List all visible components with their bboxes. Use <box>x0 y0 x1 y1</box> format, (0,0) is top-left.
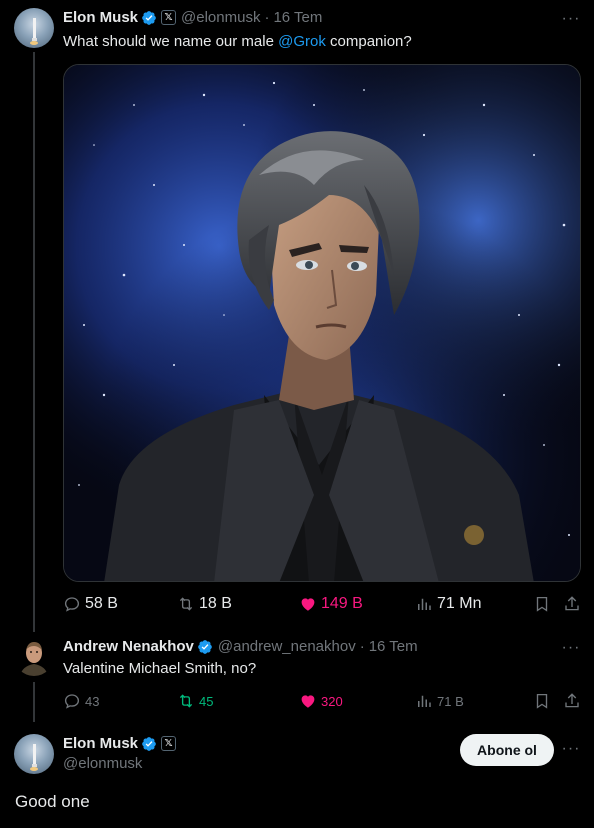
separator-dot: · <box>264 9 270 26</box>
author-name[interactable]: Andrew Nenakhov <box>63 638 194 655</box>
repost-count: 45 <box>199 693 214 709</box>
like-button[interactable]: 320 <box>299 692 343 710</box>
verified-badge-icon <box>198 639 212 654</box>
reply-button[interactable]: 43 <box>63 692 99 710</box>
mention-link[interactable]: @Grok <box>278 33 326 50</box>
share-button[interactable] <box>563 595 585 613</box>
avatar[interactable] <box>14 734 54 774</box>
views-count: 71 Mn <box>437 595 482 612</box>
thread-line <box>33 52 35 632</box>
x-affiliate-badge-icon: 𝕏 <box>161 10 177 25</box>
share-button[interactable] <box>563 692 585 710</box>
like-count: 320 <box>321 693 343 709</box>
focused-tweet-text: Good one <box>15 792 90 811</box>
reply-button[interactable]: 58 B <box>63 595 118 613</box>
bookmark-button[interactable] <box>533 595 555 613</box>
bookmark-button[interactable] <box>533 692 555 710</box>
like-count: 149 B <box>321 595 363 612</box>
more-icon[interactable]: ··· <box>561 741 581 762</box>
tweet-text: Valentine Michael Smith, no? <box>63 660 257 677</box>
timestamp[interactable]: 16 Tem <box>273 9 322 26</box>
views-count: 71 B <box>437 693 464 709</box>
reply-icon <box>64 694 80 709</box>
verified-badge-icon <box>142 736 156 751</box>
reply-icon <box>64 597 80 612</box>
avatar[interactable] <box>14 636 54 676</box>
more-icon[interactable]: ··· <box>561 11 581 32</box>
author-handle[interactable]: @elonmusk <box>181 9 260 26</box>
verified-badge-icon <box>142 10 156 25</box>
bookmark-icon <box>536 596 548 612</box>
repost-icon <box>179 694 193 708</box>
views-icon <box>418 695 431 707</box>
views-icon <box>418 598 431 610</box>
more-icon[interactable]: ··· <box>561 640 581 661</box>
author-handle[interactable]: @elonmusk <box>63 754 142 774</box>
repost-count: 18 B <box>199 595 232 612</box>
reply-count: 43 <box>85 693 100 709</box>
like-button[interactable]: 149 B <box>299 595 363 613</box>
share-icon <box>565 596 579 611</box>
reply-count: 58 B <box>85 595 118 612</box>
repost-button[interactable]: 18 B <box>177 595 232 613</box>
timestamp[interactable]: 16 Tem <box>369 638 418 655</box>
author-name[interactable]: Elon Musk <box>63 9 138 26</box>
repost-icon <box>179 597 193 611</box>
separator-dot: · <box>359 638 365 655</box>
tweet-media-image[interactable] <box>63 64 581 582</box>
follow-button[interactable]: Abone ol <box>460 734 554 766</box>
repost-button[interactable]: 45 <box>177 692 213 710</box>
author-name[interactable]: Elon Musk <box>63 735 138 752</box>
tweet-header: Elon Musk 𝕏 @elonmusk · 16 Tem <box>63 9 322 26</box>
tweet-text: What should we name our male @Grok compa… <box>63 33 412 50</box>
views-button[interactable]: 71 B <box>415 692 464 710</box>
avatar[interactable] <box>14 8 54 48</box>
author-handle[interactable]: @andrew_nenakhov <box>218 638 356 655</box>
share-icon <box>565 693 579 708</box>
bookmark-icon <box>536 693 548 709</box>
thread-line <box>33 682 35 722</box>
like-icon <box>301 695 315 708</box>
tweet-header: Andrew Nenakhov @andrew_nenakhov · 16 Te… <box>63 638 418 655</box>
x-affiliate-badge-icon: 𝕏 <box>161 736 177 751</box>
tweet-header: Elon Musk 𝕏 <box>63 735 177 752</box>
like-icon <box>301 598 315 611</box>
views-button[interactable]: 71 Mn <box>415 595 481 613</box>
